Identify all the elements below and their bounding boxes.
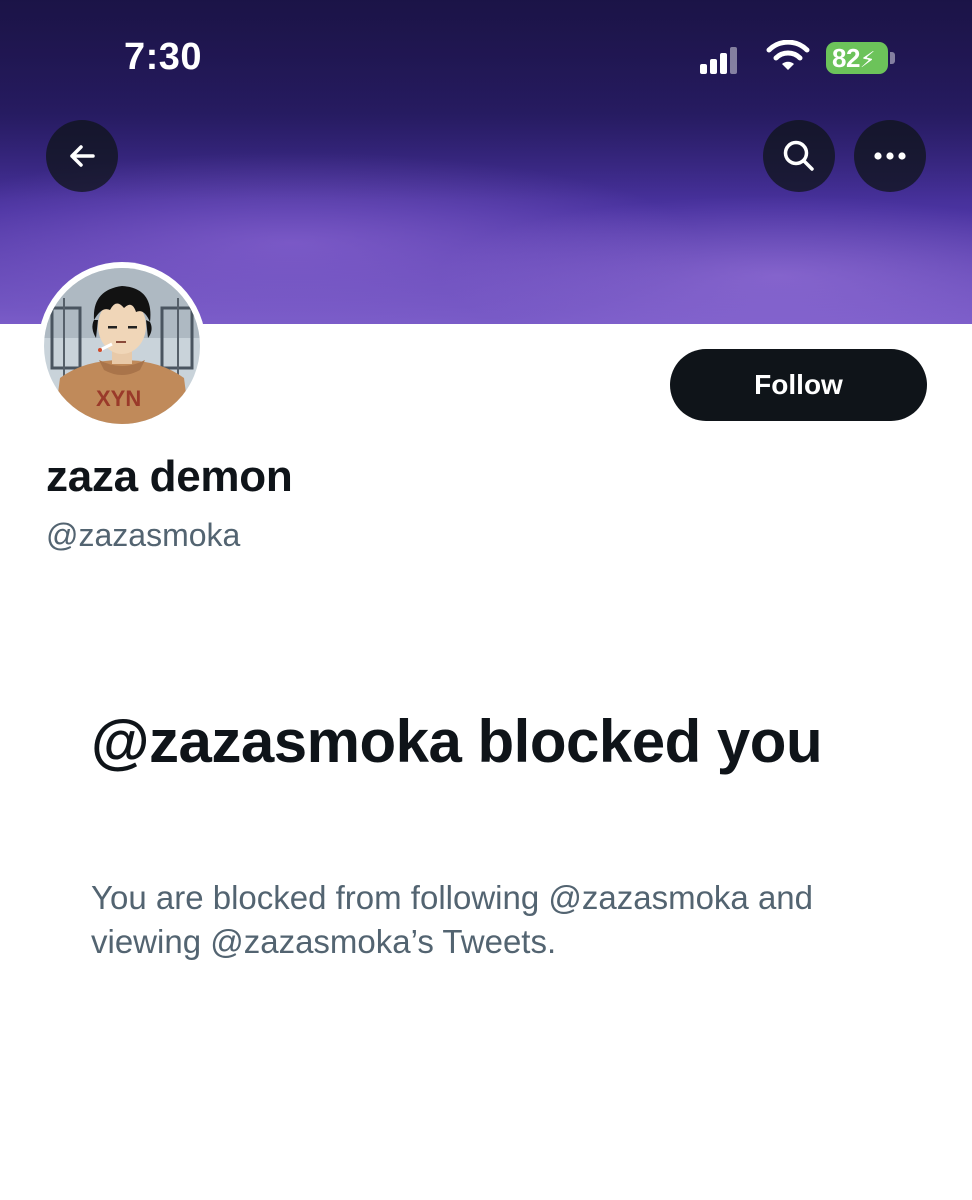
blocked-notice-title: @zazasmoka blocked you — [91, 708, 823, 775]
profile-page: 7:30 82⚡ XYN Follow zaza demon @zazasmok… — [0, 0, 972, 1200]
back-button[interactable] — [46, 120, 118, 192]
wifi-icon — [766, 39, 810, 74]
profile-handle: @zazasmoka — [46, 517, 241, 553]
svg-text:XYN: XYN — [96, 386, 141, 411]
charging-bolt-icon: ⚡ — [859, 47, 875, 72]
avatar-image: XYN — [44, 268, 200, 424]
battery-cap — [890, 52, 895, 64]
blocked-notice-description: You are blocked from following @zazasmok… — [91, 879, 814, 960]
arrow-left-icon — [70, 145, 95, 167]
follow-button[interactable]: Follow — [670, 349, 927, 421]
battery-indicator: 82⚡ — [826, 42, 888, 74]
more-options-button[interactable] — [854, 120, 926, 192]
profile-avatar[interactable]: XYN — [38, 262, 206, 430]
more-horizontal-icon — [874, 152, 906, 160]
cellular-signal-icon — [700, 46, 740, 74]
battery-percent: 82 — [832, 43, 860, 73]
status-time: 7:30 — [124, 36, 203, 78]
search-icon — [783, 140, 814, 171]
search-button[interactable] — [763, 120, 835, 192]
profile-display-name: zaza demon — [46, 452, 293, 501]
